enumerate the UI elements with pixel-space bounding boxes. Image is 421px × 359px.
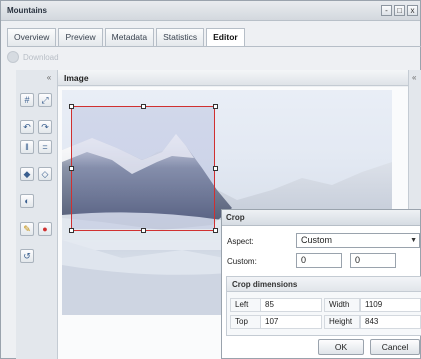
undo-icon[interactable]: ↺: [20, 249, 34, 263]
tab-metadata[interactable]: Metadata: [104, 28, 155, 46]
flip-vertical-icon[interactable]: ‖: [20, 140, 34, 154]
crop-dialog-titlebar[interactable]: Crop: [222, 210, 420, 226]
crop-rectangle[interactable]: [71, 106, 215, 231]
minimize-button[interactable]: -: [381, 5, 392, 16]
resize-icon[interactable]: ⤢: [38, 93, 52, 107]
crop-dialog-title: Crop: [226, 213, 245, 222]
left-value[interactable]: 85: [260, 298, 322, 312]
aspect-select[interactable]: Custom ▼: [296, 233, 420, 248]
download-icon: [7, 51, 19, 63]
image-panel-header: Image: [58, 70, 408, 86]
tab-overview[interactable]: Overview: [7, 28, 57, 46]
crop-icon[interactable]: #: [20, 93, 34, 107]
height-value[interactable]: 843: [360, 315, 421, 329]
crop-dimensions-group: Crop dimensions Left 85 Width 1109 Top 1…: [226, 276, 421, 336]
window-title: Mountains: [7, 6, 47, 15]
tools-pane: «: [16, 70, 58, 359]
sharpen-icon[interactable]: ✎: [20, 222, 34, 236]
aspect-value: Custom: [301, 235, 333, 245]
top-value[interactable]: 107: [260, 315, 322, 329]
crop-handle-se[interactable]: [213, 228, 218, 233]
width-label: Width: [324, 298, 360, 312]
collapse-left-icon[interactable]: «: [44, 73, 54, 83]
crop-handle-ne[interactable]: [213, 104, 218, 109]
cancel-button[interactable]: Cancel: [370, 339, 420, 355]
ok-button[interactable]: OK: [318, 339, 364, 355]
crop-dimensions-title: Crop dimensions: [232, 280, 298, 289]
height-label: Height: [324, 315, 360, 329]
aspect-label: Aspect:: [227, 237, 254, 246]
tab-statistics[interactable]: Statistics: [156, 28, 205, 46]
custom-label: Custom:: [227, 257, 257, 266]
crop-dimensions-header: Crop dimensions: [227, 277, 421, 292]
maximize-button[interactable]: □: [394, 5, 405, 16]
title-bar: Mountains - □ x: [1, 1, 420, 21]
close-button[interactable]: x: [407, 5, 418, 16]
crop-handle-s[interactable]: [141, 228, 146, 233]
crop-handle-n[interactable]: [141, 104, 146, 109]
crop-handle-e[interactable]: [213, 166, 218, 171]
crop-dialog: Crop Aspect: Custom ▼ Custom: 0 0 Crop d…: [221, 209, 421, 359]
tab-strip: Overview Preview Metadata Statistics Edi…: [7, 28, 245, 47]
download-label: Download: [23, 52, 59, 62]
width-value[interactable]: 1109: [360, 298, 421, 312]
image-panel-title: Image: [64, 73, 89, 83]
rotate-left-icon[interactable]: ↶: [20, 120, 34, 134]
brightness-icon[interactable]: ◆: [20, 167, 34, 181]
crop-handle-sw[interactable]: [69, 228, 74, 233]
tab-preview[interactable]: Preview: [58, 28, 103, 46]
redeye-icon[interactable]: ●: [38, 222, 52, 236]
custom-height-input[interactable]: 0: [350, 253, 396, 268]
crop-handle-w[interactable]: [69, 166, 74, 171]
tab-editor[interactable]: Editor: [206, 28, 245, 47]
contrast-icon[interactable]: ◇: [38, 167, 52, 181]
levels-icon[interactable]: ◐: [20, 194, 34, 208]
collapse-right-icon[interactable]: «: [412, 73, 416, 82]
custom-width-input[interactable]: 0: [296, 253, 342, 268]
crop-handle-nw[interactable]: [69, 104, 74, 109]
rotate-right-icon[interactable]: ↷: [38, 120, 52, 134]
flip-horizontal-icon[interactable]: =: [38, 140, 52, 154]
tab-divider: [7, 46, 421, 47]
chevron-down-icon: ▼: [410, 237, 417, 244]
editor-toolbar: Download: [7, 49, 59, 65]
window-controls: - □ x: [381, 5, 418, 16]
